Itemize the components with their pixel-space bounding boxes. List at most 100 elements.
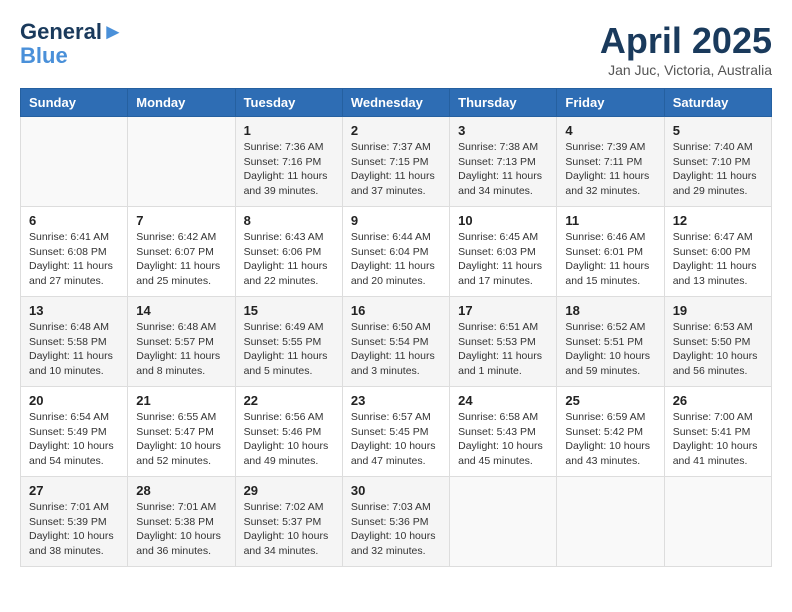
day-info: Sunrise: 6:46 AM Sunset: 6:01 PM Dayligh…	[565, 230, 655, 289]
day-info: Sunrise: 6:53 AM Sunset: 5:50 PM Dayligh…	[673, 320, 763, 379]
page-header: General►Blue April 2025 Jan Juc, Victori…	[20, 20, 772, 78]
calendar-cell	[128, 117, 235, 207]
month-title: April 2025	[600, 20, 772, 62]
calendar-cell	[557, 477, 664, 567]
weekday-header-cell: Wednesday	[342, 89, 449, 117]
day-info: Sunrise: 7:40 AM Sunset: 7:10 PM Dayligh…	[673, 140, 763, 199]
day-info: Sunrise: 7:36 AM Sunset: 7:16 PM Dayligh…	[244, 140, 334, 199]
location: Jan Juc, Victoria, Australia	[600, 62, 772, 78]
calendar-cell: 4Sunrise: 7:39 AM Sunset: 7:11 PM Daylig…	[557, 117, 664, 207]
day-number: 20	[29, 393, 119, 408]
calendar-cell: 20 Sunrise: 6:54 AM Sunset: 5:49 PM Dayli…	[21, 387, 128, 477]
weekday-header-cell: Monday	[128, 89, 235, 117]
calendar-cell: 17Sunrise: 6:51 AM Sunset: 5:53 PM Dayli…	[450, 297, 557, 387]
calendar-cell	[450, 477, 557, 567]
day-number: 28	[136, 483, 226, 498]
weekday-header-cell: Thursday	[450, 89, 557, 117]
calendar-cell: 25 Sunrise: 6:59 AM Sunset: 5:42 PM Dayli…	[557, 387, 664, 477]
day-info: Sunrise: 6:58 AM Sunset: 5:43 PM Dayligh…	[458, 410, 548, 469]
day-number: 8	[244, 213, 334, 228]
day-info: Sunrise: 6:54 AM Sunset: 5:49 PM Dayligh…	[29, 410, 119, 469]
day-info: Sunrise: 7:38 AM Sunset: 7:13 PM Dayligh…	[458, 140, 548, 199]
logo-text: General►Blue	[20, 20, 124, 68]
title-section: April 2025 Jan Juc, Victoria, Australia	[600, 20, 772, 78]
day-info: Sunrise: 6:48 AM Sunset: 5:57 PM Dayligh…	[136, 320, 226, 379]
day-info: Sunrise: 7:39 AM Sunset: 7:11 PM Dayligh…	[565, 140, 655, 199]
day-info: Sunrise: 7:02 AM Sunset: 5:37 PM Dayligh…	[244, 500, 334, 559]
calendar-cell: 8 Sunrise: 6:43 AM Sunset: 6:06 PM Daylig…	[235, 207, 342, 297]
day-info: Sunrise: 6:48 AM Sunset: 5:58 PM Dayligh…	[29, 320, 119, 379]
day-number: 5	[673, 123, 763, 138]
calendar-cell: 12 Sunrise: 6:47 AM Sunset: 6:00 PM Dayli…	[664, 207, 771, 297]
calendar-table: SundayMondayTuesdayWednesdayThursdayFrid…	[20, 88, 772, 567]
calendar-cell: 1 Sunrise: 7:36 AM Sunset: 7:16 PM Daylig…	[235, 117, 342, 207]
day-number: 1	[244, 123, 334, 138]
day-number: 15	[244, 303, 334, 318]
day-number: 11	[565, 213, 655, 228]
day-number: 25	[565, 393, 655, 408]
calendar-week-row: 6 Sunrise: 6:41 AM Sunset: 6:08 PM Daylig…	[21, 207, 772, 297]
calendar-cell: 9Sunrise: 6:44 AM Sunset: 6:04 PM Daylig…	[342, 207, 449, 297]
day-number: 6	[29, 213, 119, 228]
calendar-body: 1 Sunrise: 7:36 AM Sunset: 7:16 PM Daylig…	[21, 117, 772, 567]
calendar-cell: 22Sunrise: 6:56 AM Sunset: 5:46 PM Dayli…	[235, 387, 342, 477]
day-number: 29	[244, 483, 334, 498]
calendar-week-row: 13 Sunrise: 6:48 AM Sunset: 5:58 PM Dayli…	[21, 297, 772, 387]
day-info: Sunrise: 6:52 AM Sunset: 5:51 PM Dayligh…	[565, 320, 655, 379]
weekday-header-cell: Friday	[557, 89, 664, 117]
calendar-cell: 27Sunrise: 7:01 AM Sunset: 5:39 PM Dayli…	[21, 477, 128, 567]
day-info: Sunrise: 6:41 AM Sunset: 6:08 PM Dayligh…	[29, 230, 119, 289]
calendar-cell: 18 Sunrise: 6:52 AM Sunset: 5:51 PM Dayli…	[557, 297, 664, 387]
day-number: 23	[351, 393, 441, 408]
calendar-cell: 23Sunrise: 6:57 AM Sunset: 5:45 PM Dayli…	[342, 387, 449, 477]
day-number: 2	[351, 123, 441, 138]
calendar-cell: 5 Sunrise: 7:40 AM Sunset: 7:10 PM Daylig…	[664, 117, 771, 207]
day-info: Sunrise: 6:43 AM Sunset: 6:06 PM Dayligh…	[244, 230, 334, 289]
day-number: 22	[244, 393, 334, 408]
day-info: Sunrise: 7:00 AM Sunset: 5:41 PM Dayligh…	[673, 410, 763, 469]
day-number: 7	[136, 213, 226, 228]
day-info: Sunrise: 6:42 AM Sunset: 6:07 PM Dayligh…	[136, 230, 226, 289]
day-number: 18	[565, 303, 655, 318]
day-number: 24	[458, 393, 548, 408]
day-info: Sunrise: 6:49 AM Sunset: 5:55 PM Dayligh…	[244, 320, 334, 379]
calendar-cell: 26Sunrise: 7:00 AM Sunset: 5:41 PM Dayli…	[664, 387, 771, 477]
day-info: Sunrise: 7:37 AM Sunset: 7:15 PM Dayligh…	[351, 140, 441, 199]
calendar-cell: 3 Sunrise: 7:38 AM Sunset: 7:13 PM Daylig…	[450, 117, 557, 207]
calendar-cell: 11 Sunrise: 6:46 AM Sunset: 6:01 PM Dayli…	[557, 207, 664, 297]
weekday-header-row: SundayMondayTuesdayWednesdayThursdayFrid…	[21, 89, 772, 117]
day-info: Sunrise: 7:01 AM Sunset: 5:39 PM Dayligh…	[29, 500, 119, 559]
calendar-cell: 7 Sunrise: 6:42 AM Sunset: 6:07 PM Daylig…	[128, 207, 235, 297]
calendar-cell: 19 Sunrise: 6:53 AM Sunset: 5:50 PM Dayli…	[664, 297, 771, 387]
weekday-header-cell: Sunday	[21, 89, 128, 117]
day-info: Sunrise: 6:45 AM Sunset: 6:03 PM Dayligh…	[458, 230, 548, 289]
day-info: Sunrise: 6:47 AM Sunset: 6:00 PM Dayligh…	[673, 230, 763, 289]
calendar-cell: 13 Sunrise: 6:48 AM Sunset: 5:58 PM Dayli…	[21, 297, 128, 387]
day-number: 16	[351, 303, 441, 318]
day-info: Sunrise: 6:59 AM Sunset: 5:42 PM Dayligh…	[565, 410, 655, 469]
calendar-cell: 2 Sunrise: 7:37 AM Sunset: 7:15 PM Daylig…	[342, 117, 449, 207]
day-info: Sunrise: 7:01 AM Sunset: 5:38 PM Dayligh…	[136, 500, 226, 559]
calendar-cell: 10 Sunrise: 6:45 AM Sunset: 6:03 PM Dayli…	[450, 207, 557, 297]
day-number: 13	[29, 303, 119, 318]
day-number: 12	[673, 213, 763, 228]
calendar-cell: 16 Sunrise: 6:50 AM Sunset: 5:54 PM Dayli…	[342, 297, 449, 387]
calendar-cell	[21, 117, 128, 207]
day-number: 19	[673, 303, 763, 318]
day-info: Sunrise: 6:51 AM Sunset: 5:53 PM Dayligh…	[458, 320, 548, 379]
calendar-cell: 6 Sunrise: 6:41 AM Sunset: 6:08 PM Daylig…	[21, 207, 128, 297]
calendar-week-row: 1 Sunrise: 7:36 AM Sunset: 7:16 PM Daylig…	[21, 117, 772, 207]
calendar-cell: 15 Sunrise: 6:49 AM Sunset: 5:55 PM Dayli…	[235, 297, 342, 387]
day-number: 14	[136, 303, 226, 318]
day-number: 30	[351, 483, 441, 498]
calendar-cell: 21Sunrise: 6:55 AM Sunset: 5:47 PM Dayli…	[128, 387, 235, 477]
weekday-header-cell: Saturday	[664, 89, 771, 117]
calendar-cell: 14 Sunrise: 6:48 AM Sunset: 5:57 PM Dayli…	[128, 297, 235, 387]
day-info: Sunrise: 6:50 AM Sunset: 5:54 PM Dayligh…	[351, 320, 441, 379]
day-info: Sunrise: 6:44 AM Sunset: 6:04 PM Dayligh…	[351, 230, 441, 289]
calendar-cell	[664, 477, 771, 567]
day-number: 10	[458, 213, 548, 228]
day-number: 3	[458, 123, 548, 138]
calendar-cell: 30 Sunrise: 7:03 AM Sunset: 5:36 PM Dayli…	[342, 477, 449, 567]
day-info: Sunrise: 7:03 AM Sunset: 5:36 PM Dayligh…	[351, 500, 441, 559]
